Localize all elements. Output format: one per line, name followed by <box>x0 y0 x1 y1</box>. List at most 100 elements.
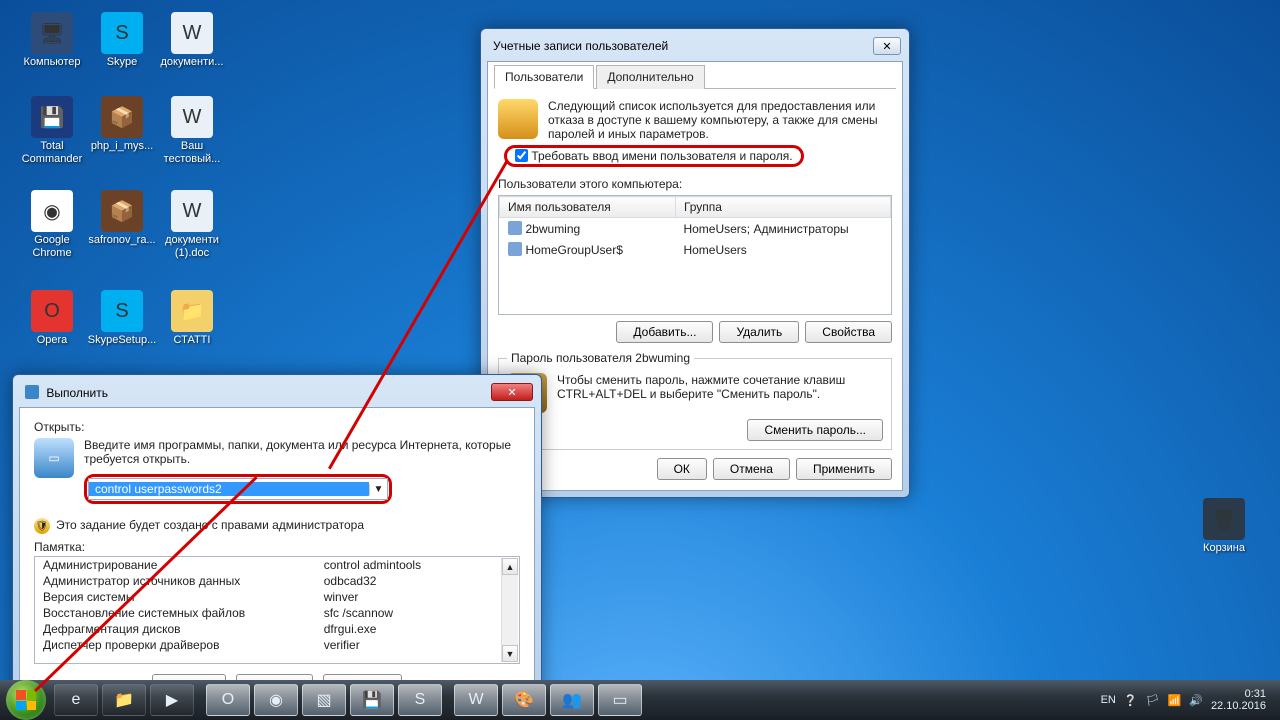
desktop-icon[interactable]: 🖥 Компьютер <box>18 12 86 69</box>
desktop-icon[interactable]: 📦safronov_ra... <box>88 190 156 247</box>
user-accounts-window: Учетные записи пользователей ✕ Пользоват… <box>480 28 910 498</box>
users-table[interactable]: Имя пользователя Группа 2bwumingHomeUser… <box>498 195 892 315</box>
icon-label: Компьютер <box>24 56 81 69</box>
scrollbar[interactable]: ▲▼ <box>501 558 518 662</box>
apply-button[interactable]: Применить <box>796 458 892 480</box>
tb-paint-icon[interactable]: 🎨 <box>502 684 546 716</box>
tb-tc-icon[interactable]: 💾 <box>350 684 394 716</box>
icon-label: Skype <box>107 56 138 69</box>
icon-glyph: S <box>101 12 143 54</box>
network-icon[interactable]: 📶 <box>1168 694 1182 707</box>
require-login-label: Требовать ввод имени пользователя и паро… <box>531 149 792 163</box>
col-group[interactable]: Группа <box>675 197 890 218</box>
help-icon[interactable]: ❔ <box>1124 694 1138 707</box>
memo-label: Памятка: <box>34 540 520 554</box>
tb-app1-icon[interactable]: ▧ <box>302 684 346 716</box>
require-login-checkbox[interactable] <box>515 149 528 162</box>
list-item[interactable]: Администрированиеcontrol admintools <box>35 557 519 573</box>
table-row[interactable]: HomeGroupUser$HomeUsers <box>500 239 891 260</box>
icon-label: Opera <box>37 334 68 347</box>
run-glyph-icon: ▭ <box>34 438 74 478</box>
close-icon[interactable]: ✕ <box>873 37 901 55</box>
desktop-icon[interactable]: SSkypeSetup... <box>88 290 156 347</box>
window-title: Выполнить <box>25 385 108 400</box>
run-window: Выполнить ✕ Открыть: ▭ Введите имя прогр… <box>12 374 542 716</box>
desktop-icon[interactable]: ◉Google Chrome <box>18 190 86 260</box>
icon-glyph: W <box>171 190 213 232</box>
volume-icon[interactable]: 🔊 <box>1189 694 1203 707</box>
icon-label: Корзина <box>1203 542 1245 555</box>
desktop-icon[interactable]: 💾Total Commander <box>18 96 86 166</box>
tab-advanced[interactable]: Дополнительно <box>596 65 704 89</box>
user-icon <box>508 242 522 256</box>
close-icon[interactable]: ✕ <box>491 383 533 401</box>
icon-label: Ваш тестовый... <box>158 140 226 166</box>
icon-label: документи... <box>161 56 224 69</box>
tb-usercpl-icon[interactable]: 👥 <box>550 684 594 716</box>
delete-button[interactable]: Удалить <box>719 321 799 343</box>
cancel-button[interactable]: Отмена <box>713 458 790 480</box>
run-icon <box>25 385 39 399</box>
flag-icon[interactable]: 🏳 <box>1146 694 1160 707</box>
icon-glyph: 💾 <box>31 96 73 138</box>
scroll-down-icon[interactable]: ▼ <box>502 645 518 662</box>
icon-glyph: 📁 <box>171 290 213 332</box>
icon-glyph: O <box>31 290 73 332</box>
tb-wmp-icon[interactable]: ▶ <box>150 684 194 716</box>
tb-chrome-icon[interactable]: ◉ <box>254 684 298 716</box>
table-row[interactable]: 2bwumingHomeUsers; Администраторы <box>500 218 891 240</box>
intro-text: Следующий список используется для предос… <box>548 99 892 141</box>
desktop-icon[interactable]: WВаш тестовый... <box>158 96 226 166</box>
properties-button[interactable]: Свойства <box>805 321 892 343</box>
desktop-icon[interactable]: S Skype <box>88 12 156 69</box>
password-hint: Чтобы сменить пароль, нажмите сочетание … <box>557 373 883 401</box>
list-item[interactable]: Дефрагментация дисковdfrgui.exe <box>35 621 519 637</box>
run-value-highlight: ▼ <box>84 474 392 504</box>
tb-opera-icon[interactable]: O <box>206 684 250 716</box>
icon-label: php_i_mys... <box>91 140 153 153</box>
tb-ie-icon[interactable]: e <box>54 684 98 716</box>
desktop-icon[interactable]: Wдокументи... <box>158 12 226 69</box>
icon-label: safronov_ra... <box>88 234 155 247</box>
icon-glyph: 📦 <box>101 96 143 138</box>
list-item[interactable]: Администратор источников данныхodbcad32 <box>35 573 519 589</box>
user-icon <box>508 221 522 235</box>
icon-label: Google Chrome <box>18 234 86 260</box>
desktop-icon[interactable]: 📦 php_i_mys... <box>88 96 156 153</box>
require-login-highlight: Требовать ввод имени пользователя и паро… <box>504 145 804 167</box>
tb-explorer-icon[interactable]: 📁 <box>102 684 146 716</box>
run-hint: Введите имя программы, папки, документа … <box>84 438 520 466</box>
memo-list[interactable]: Администрированиеcontrol admintoolsАдмин… <box>34 556 520 664</box>
tb-skype-icon[interactable]: S <box>398 684 442 716</box>
tab-users[interactable]: Пользователи <box>494 65 594 89</box>
col-username[interactable]: Имя пользователя <box>500 197 676 218</box>
open-label: Открыть: <box>34 420 520 434</box>
icon-label: документи (1).doc <box>158 234 226 260</box>
list-item[interactable]: Диспетчер проверки драйверовverifier <box>35 637 519 653</box>
tb-run-icon[interactable]: ▭ <box>598 684 642 716</box>
users-legend: Пользователи этого компьютера: <box>498 177 892 191</box>
taskbar: e 📁 ▶ O ◉ ▧ 💾 S W 🎨 👥 ▭ EN ❔ 🏳 📶 🔊 0:31 … <box>0 680 1280 720</box>
clock[interactable]: 0:31 22.10.2016 <box>1211 688 1266 712</box>
tb-word-icon[interactable]: W <box>454 684 498 716</box>
ok-button[interactable]: ОК <box>657 458 707 480</box>
add-button[interactable]: Добавить... <box>616 321 713 343</box>
icon-glyph: S <box>101 290 143 332</box>
desktop-icon[interactable]: 🗑 Корзина <box>1190 498 1258 555</box>
desktop-icon[interactable]: 📁 СТАТТІ <box>158 290 226 347</box>
desktop-icon[interactable]: O Opera <box>18 290 86 347</box>
run-input[interactable] <box>89 482 369 496</box>
password-legend: Пароль пользователя 2bwuming <box>507 351 694 365</box>
desktop-icon[interactable]: Wдокументи (1).doc <box>158 190 226 260</box>
icon-glyph: 🗑 <box>1203 498 1245 540</box>
change-password-button[interactable]: Сменить пароль... <box>747 419 883 441</box>
lang-indicator[interactable]: EN <box>1101 694 1116 706</box>
scroll-up-icon[interactable]: ▲ <box>502 558 518 575</box>
system-tray[interactable]: EN ❔ 🏳 📶 🔊 0:31 22.10.2016 <box>1101 688 1274 712</box>
list-item[interactable]: Версия системыwinver <box>35 589 519 605</box>
icon-glyph: ◉ <box>31 190 73 232</box>
chevron-down-icon[interactable]: ▼ <box>369 484 387 495</box>
icon-glyph: 🖥 <box>31 12 73 54</box>
icon-label: СТАТТІ <box>174 334 211 347</box>
users-icon <box>498 99 538 139</box>
